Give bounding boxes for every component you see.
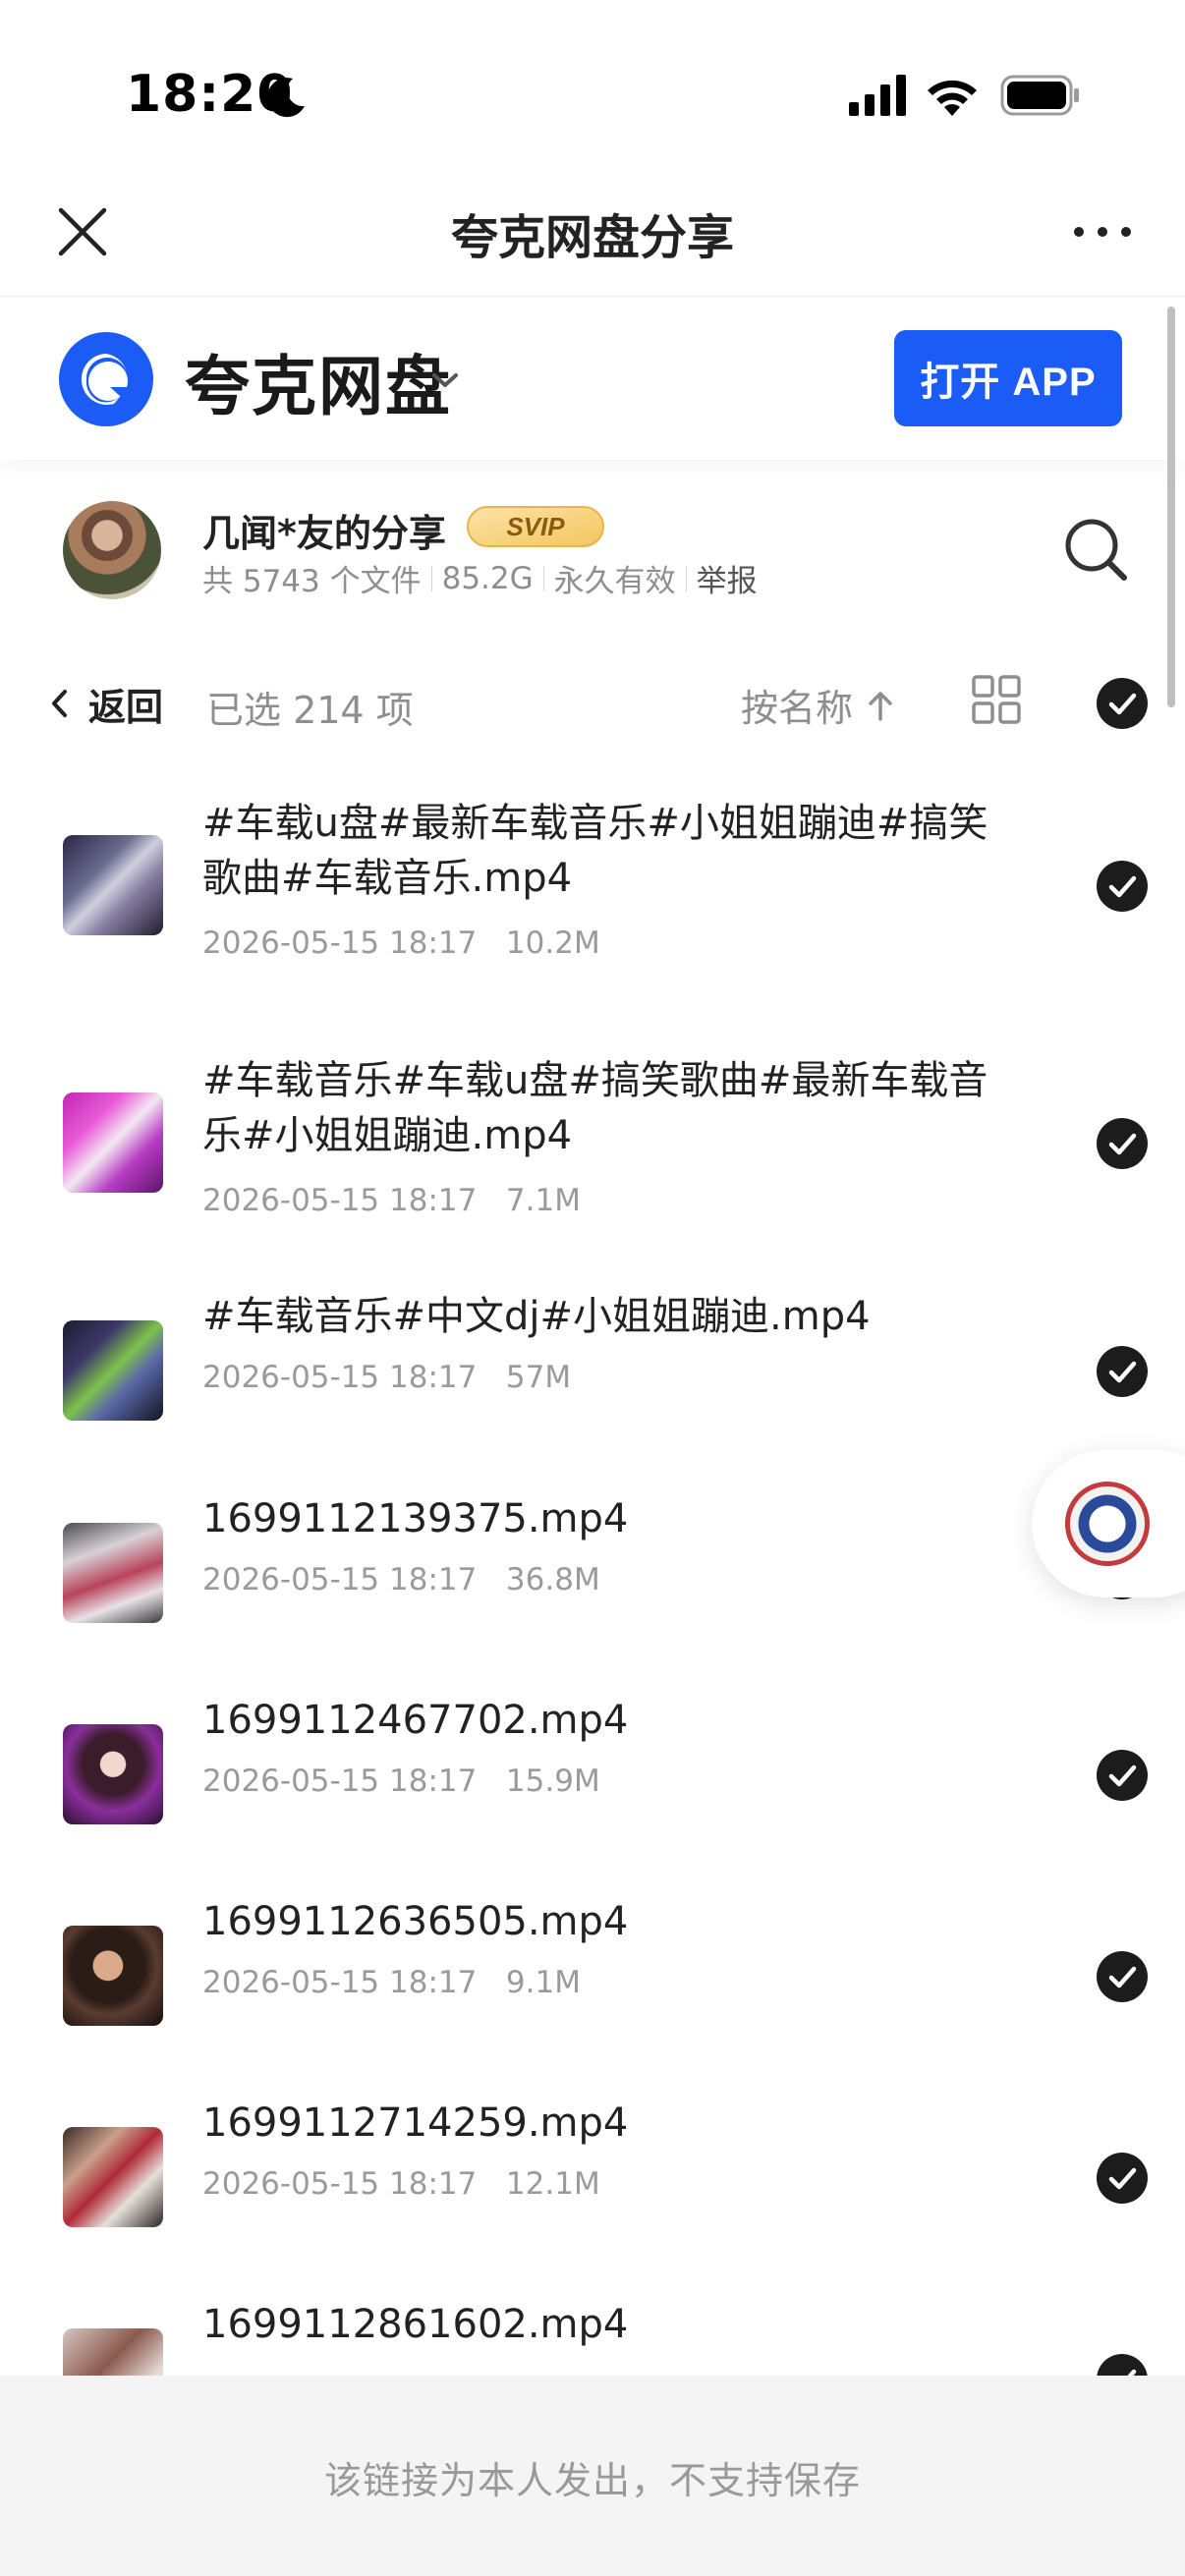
selected-count: 已选 214 项	[206, 689, 414, 732]
signal-icon	[849, 75, 906, 116]
selection-toolbar: 返回 已选 214 项 按名称	[0, 637, 1185, 764]
video-thumbnail	[63, 2127, 163, 2227]
svip-badge: SVIP	[467, 506, 604, 547]
floating-widget-icon	[1065, 1482, 1150, 1566]
divider	[542, 565, 544, 591]
file-meta: 2026-05-15 18:17 12.1M	[202, 2166, 600, 2202]
file-meta: 2026-05-15 18:17 57M	[202, 1360, 571, 1395]
check-circle-icon[interactable]	[1097, 1951, 1148, 2002]
divider	[430, 565, 432, 591]
total-size: 85.2G	[441, 560, 534, 596]
file-list: #车载u盘#最新车载音乐#小姐姐蹦迪#搞笑歌曲#车载音乐.mp4 2026-05…	[0, 766, 1185, 2378]
file-name: #车载u盘#最新车载音乐#小姐姐蹦迪#搞笑歌曲#车载音乐.mp4	[202, 801, 988, 901]
list-item[interactable]: 1699112861602.mp4	[0, 2289, 1185, 2378]
validity: 永久有效	[553, 564, 676, 599]
file-date: 2026-05-15 18:17	[202, 1764, 478, 1799]
page-title: 夸克网盘分享	[450, 210, 734, 265]
check-circle-icon[interactable]	[1097, 1346, 1148, 1397]
file-meta: 2026-05-15 18:17 15.9M	[202, 1764, 600, 1799]
brand-name: 夸克网盘	[185, 349, 452, 424]
file-size: 9.1M	[505, 1965, 581, 2000]
video-thumbnail	[63, 1724, 163, 1824]
select-all-check-icon[interactable]	[1097, 678, 1148, 729]
check-circle-icon[interactable]	[1097, 2153, 1148, 2204]
file-meta: 2026-05-15 18:17 10.2M	[202, 925, 600, 961]
check-circle-icon[interactable]	[1097, 861, 1148, 912]
more-icon[interactable]	[1071, 218, 1134, 246]
grid-view-icon[interactable]	[971, 674, 1022, 725]
back-button[interactable]: 返回	[47, 676, 163, 731]
list-item[interactable]: 1699112467702.mp4 2026-05-15 18:17 15.9M	[0, 1685, 1185, 1877]
file-name: 1699112139375.mp4	[202, 1496, 629, 1541]
file-name: 1699112861602.mp4	[202, 2302, 629, 2347]
file-date: 2026-05-15 18:17	[202, 1965, 478, 2000]
wifi-icon	[928, 80, 977, 116]
floating-widget[interactable]	[1032, 1450, 1185, 1597]
video-thumbnail	[63, 2328, 163, 2378]
share-info: 几闻*友的分享 SVIP 共 5743 个文件 85.2G 永久有效 举报	[0, 460, 1185, 637]
video-thumbnail	[63, 1523, 163, 1623]
file-date: 2026-05-15 18:17	[202, 1360, 478, 1395]
list-item[interactable]: 1699112714259.mp4 2026-05-15 18:17 12.1M	[0, 2088, 1185, 2280]
video-thumbnail	[63, 1926, 163, 2026]
file-size: 7.1M	[505, 1183, 581, 1218]
check-circle-icon[interactable]	[1097, 1118, 1148, 1169]
divider	[685, 565, 687, 591]
scrollbar[interactable]	[1167, 307, 1175, 707]
file-size: 12.1M	[505, 2166, 600, 2202]
sort-label: 按名称	[741, 687, 854, 730]
list-item[interactable]: #车载音乐#中文dj#小姐姐蹦迪.mp4 2026-05-15 18:17 57…	[0, 1281, 1185, 1474]
file-date: 2026-05-15 18:17	[202, 2166, 478, 2202]
check-circle-icon[interactable]	[1097, 1750, 1148, 1801]
file-date: 2026-05-15 18:17	[202, 925, 478, 961]
footer-bar: 该链接为本人发出，不支持保存	[0, 2376, 1185, 2576]
battery-icon	[1000, 75, 1079, 116]
file-date: 2026-05-15 18:17	[202, 1183, 478, 1218]
file-size: 36.8M	[505, 1562, 600, 1597]
file-size: 15.9M	[505, 1764, 600, 1799]
sort-button[interactable]: 按名称	[741, 678, 896, 732]
chevron-down-icon[interactable]	[428, 364, 462, 397]
app-root: 18:20 夸克网盘分享 夸克网盘 打开 APP 几闻*友的分享 SVIP 共 …	[0, 0, 1185, 2576]
video-thumbnail	[63, 1092, 163, 1193]
file-date: 2026-05-15 18:17	[202, 1562, 478, 1597]
list-item[interactable]: #车载音乐#车载u盘#搞笑歌曲#最新车载音乐#小姐姐蹦迪.mp4 2026-05…	[0, 1024, 1185, 1269]
list-item[interactable]: #车载u盘#最新车载音乐#小姐姐蹦迪#搞笑歌曲#车载音乐.mp4 2026-05…	[0, 766, 1185, 1012]
avatar[interactable]	[63, 501, 161, 599]
sharer-name: 几闻*友的分享	[202, 512, 446, 555]
search-icon[interactable]	[1061, 515, 1130, 584]
nav-bar: 夸克网盘分享	[0, 167, 1185, 297]
share-meta: 共 5743 个文件 85.2G 永久有效 举报	[202, 556, 758, 600]
file-size: 57M	[505, 1360, 572, 1395]
file-meta: 2026-05-15 18:17 7.1M	[202, 1183, 581, 1218]
file-name: #车载音乐#车载u盘#搞笑歌曲#最新车载音乐#小姐姐蹦迪.mp4	[202, 1058, 988, 1158]
file-name: 1699112714259.mp4	[202, 2100, 629, 2146]
report-link[interactable]: 举报	[697, 556, 758, 600]
svg-text:SVIP: SVIP	[506, 512, 565, 541]
quark-logo-icon	[59, 332, 153, 426]
file-name: #车载音乐#中文dj#小姐姐蹦迪.mp4	[202, 1294, 871, 1339]
file-name: 1699112636505.mp4	[202, 1899, 629, 1944]
footer-notice: 该链接为本人发出，不支持保存	[323, 2459, 861, 2502]
list-item[interactable]: 1699112636505.mp4 2026-05-15 18:17 9.1M	[0, 1886, 1185, 2079]
video-thumbnail	[63, 835, 163, 935]
file-meta: 2026-05-15 18:17 36.8M	[202, 1562, 600, 1597]
chevron-left-icon	[52, 690, 67, 717]
arrow-up-icon	[869, 691, 892, 721]
open-app-button[interactable]: 打开 APP	[894, 330, 1122, 426]
file-meta: 2026-05-15 18:17 9.1M	[202, 1965, 581, 2000]
list-item[interactable]: 1699112139375.mp4 2026-05-15 18:17 36.8M	[0, 1484, 1185, 1676]
check-circle-icon[interactable]	[1097, 2354, 1148, 2378]
video-thumbnail	[63, 1320, 163, 1421]
status-bar: 18:20	[0, 0, 1185, 167]
moon-icon	[267, 78, 305, 118]
back-label: 返回	[88, 685, 164, 729]
file-count: 共 5743 个文件	[202, 564, 422, 599]
brand-bar: 夸克网盘 打开 APP	[0, 297, 1185, 460]
file-size: 10.2M	[505, 925, 600, 961]
file-name: 1699112467702.mp4	[202, 1698, 629, 1743]
